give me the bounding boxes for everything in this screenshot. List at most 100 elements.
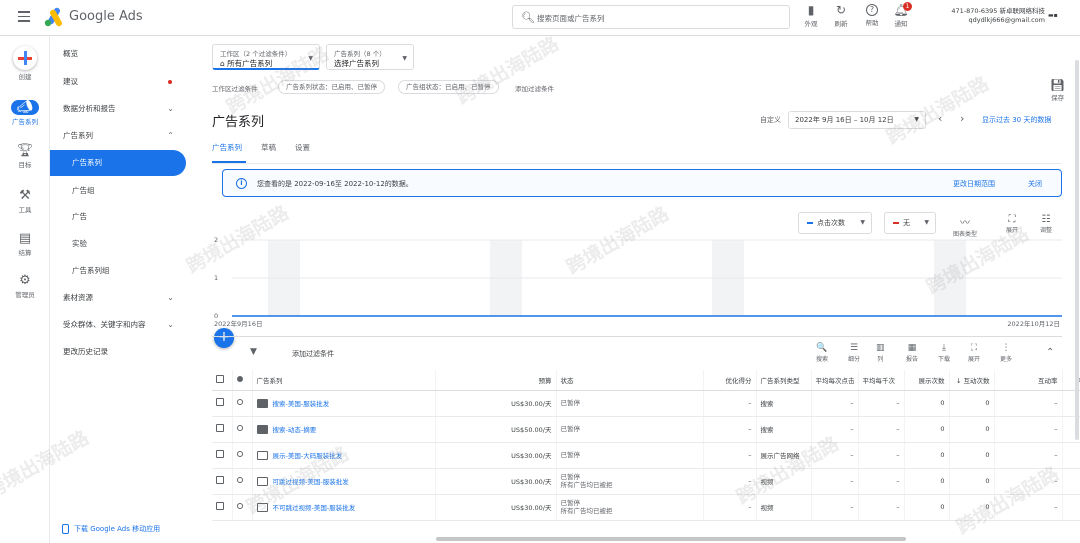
chart-adjust-button[interactable]: ☷ 调整 bbox=[1040, 214, 1052, 234]
row-status-icon[interactable] bbox=[232, 390, 253, 417]
rail-admin[interactable]: ⚙ 管理员 bbox=[0, 273, 50, 299]
row-checkbox[interactable] bbox=[212, 390, 233, 417]
account-avatar[interactable]: ▬▪ bbox=[1048, 12, 1058, 19]
nav-campaigns-group[interactable]: 广告系列 ⌃ bbox=[50, 126, 186, 146]
col-impressions[interactable]: 展示次数 bbox=[904, 370, 950, 391]
y-tick-label: 2 bbox=[214, 236, 218, 244]
workspace-filter[interactable]: 工作区（2 个过滤条件） ⌂ 所有广告系列 ▼ bbox=[212, 44, 320, 70]
row-status-icon[interactable] bbox=[232, 416, 253, 443]
tab-settings[interactable]: 设置 bbox=[295, 142, 310, 153]
horizontal-scrollbar[interactable] bbox=[436, 537, 906, 541]
date-range-picker[interactable]: 2022年 9月 16日 – 10月 12日 ▼ bbox=[788, 111, 926, 129]
tab-campaigns[interactable]: 广告系列 bbox=[212, 142, 242, 153]
tool-search[interactable]: 🔍 搜索 bbox=[816, 343, 828, 363]
campaign-name-link[interactable]: 搜索-美国-服装批发 bbox=[273, 400, 330, 408]
rail-tools[interactable]: ⚒ 工具 bbox=[0, 188, 50, 214]
close-banner-link[interactable]: 关闭 bbox=[1028, 179, 1042, 189]
save-button[interactable]: 💾︎ 保存 bbox=[1050, 78, 1065, 102]
nav-experiments[interactable]: 实验 bbox=[50, 234, 186, 254]
campaign-name-link[interactable]: 搜索-动态-摘要 bbox=[273, 426, 317, 434]
row-status-icon[interactable] bbox=[232, 442, 253, 469]
nav-ads[interactable]: 广告 bbox=[50, 207, 186, 227]
campaign-name-cell[interactable]: 展示-美国-大码服装批发 bbox=[252, 442, 436, 469]
col-budget[interactable]: 预算 bbox=[435, 370, 557, 391]
rail-campaigns[interactable]: 📣︎ 广告系列 bbox=[0, 100, 50, 126]
campaign-name-link[interactable]: 展示-美国-大码服装批发 bbox=[273, 452, 343, 460]
date-next-icon[interactable]: › bbox=[960, 112, 964, 125]
add-filter-button[interactable]: 添加过滤条件 bbox=[292, 349, 334, 359]
row-checkbox[interactable] bbox=[212, 494, 233, 521]
col-optimization[interactable]: 优化得分 bbox=[703, 370, 757, 391]
account-info[interactable]: 471-870-6395 新卓联网络科技 qdydlkj666@gmail.co… bbox=[935, 7, 1045, 25]
campaign-filter[interactable]: 广告系列（8 个） 选择广告系列 ▼ bbox=[326, 44, 414, 70]
budget-cell[interactable]: US$30.00/天 bbox=[435, 390, 557, 417]
row-checkbox[interactable] bbox=[212, 468, 233, 495]
campaign-filter-value: 选择广告系列 bbox=[334, 59, 379, 68]
search-input[interactable]: 🔍︎ 搜索页面或广告系列 bbox=[512, 5, 790, 29]
nav-audiences[interactable]: 受众群体、关键字和内容 ⌄ bbox=[50, 315, 186, 335]
col-avg-cpm[interactable]: 平均每千次 bbox=[858, 370, 905, 391]
tool-more[interactable]: ⋮ 更多 bbox=[1000, 343, 1012, 363]
tool-report[interactable]: ▦ 报告 bbox=[906, 343, 918, 363]
download-app-link[interactable]: 下载 Google Ads 移动应用 bbox=[62, 524, 160, 534]
refresh-button[interactable]: ↻ 刷新 bbox=[826, 3, 856, 28]
select-all-checkbox[interactable] bbox=[212, 370, 233, 391]
row-checkbox[interactable] bbox=[212, 416, 233, 443]
menu-icon[interactable] bbox=[18, 11, 30, 22]
metric2-dropdown[interactable]: 无 ▼ bbox=[884, 212, 936, 234]
nav-campaign-groups[interactable]: 广告系列组 bbox=[50, 261, 186, 281]
appearance-button[interactable]: ▮ 外观 bbox=[796, 3, 826, 28]
nav-assets[interactable]: 素材资源 ⌄ bbox=[50, 288, 186, 308]
nav-campaigns[interactable]: 广告系列 bbox=[50, 150, 186, 176]
notification-badge: 1 bbox=[903, 2, 912, 11]
campaign-name-link[interactable]: 可跳过视频-美国-服装批发 bbox=[273, 478, 349, 486]
collapse-icon[interactable]: ⌃ bbox=[1046, 347, 1054, 358]
help-button[interactable]: ? 帮助 bbox=[857, 3, 887, 27]
nav-recommendations[interactable]: 建议 bbox=[50, 72, 186, 92]
change-date-range-link[interactable]: 更改日期范围 bbox=[953, 179, 995, 189]
col-interactions[interactable]: ↓ 互动次数 bbox=[949, 370, 995, 391]
y-tick-label: 0 bbox=[214, 312, 218, 320]
col-avg-cpc[interactable]: 平均每次点击 bbox=[811, 370, 859, 391]
filter-chip-adgroup-status[interactable]: 广告组状态：已启用、已暂停 bbox=[398, 80, 499, 94]
col-status[interactable]: 状态 bbox=[556, 370, 704, 391]
filter-icon[interactable]: ▼ bbox=[250, 347, 257, 357]
search-campaign-icon bbox=[256, 399, 268, 409]
account-email: qdydlkj666@gmail.com bbox=[968, 16, 1045, 24]
rail-goals[interactable]: 🏆︎ 目标 bbox=[0, 143, 50, 169]
add-workspace-filter[interactable]: 添加过滤条件 bbox=[515, 83, 554, 93]
tool-columns[interactable]: ▥ 列 bbox=[876, 343, 885, 363]
campaign-name-link[interactable]: 不可跳过视频-美国-服装批发 bbox=[273, 504, 356, 512]
campaign-name-cell[interactable]: 搜索-美国-服装批发 bbox=[252, 390, 436, 417]
vertical-scrollbar[interactable] bbox=[1075, 60, 1079, 440]
chart-expand-button[interactable]: ⛶ 展开 bbox=[1006, 214, 1018, 234]
tool-download[interactable]: ⤓ 下载 bbox=[938, 343, 950, 363]
row-checkbox[interactable] bbox=[212, 442, 233, 469]
campaign-name-cell[interactable]: 搜索-动态-摘要 bbox=[252, 416, 436, 443]
col-campaign[interactable]: 广告系列 bbox=[252, 370, 436, 391]
tool-expand[interactable]: ⛶ 展开 bbox=[968, 343, 980, 363]
show-last-30-days-link[interactable]: 显示过去 30 天的数据 bbox=[982, 115, 1051, 125]
campaign-name-cell[interactable]: 不可跳过视频-美国-服装批发 bbox=[252, 494, 436, 521]
budget-cell[interactable]: US$30.00/天 bbox=[435, 468, 557, 495]
col-interaction-rate[interactable]: 互动率 bbox=[994, 370, 1063, 391]
metric1-dropdown[interactable]: 点击次数 ▼ bbox=[798, 212, 872, 234]
nav-overview[interactable]: 概览 bbox=[50, 44, 186, 64]
campaign-name-cell[interactable]: 可跳过视频-美国-服装批发 bbox=[252, 468, 436, 495]
tab-drafts[interactable]: 草稿 bbox=[261, 142, 276, 153]
col-type[interactable]: 广告系列类型 bbox=[756, 370, 812, 391]
budget-cell[interactable]: US$50.00/天 bbox=[435, 416, 557, 443]
filter-chip-campaign-status[interactable]: 广告系列状态：已启用、已暂停 bbox=[278, 80, 385, 94]
date-prev-icon[interactable]: ‹ bbox=[938, 112, 942, 125]
tool-segment[interactable]: ☰ 细分 bbox=[848, 343, 860, 363]
notification-button[interactable]: 🔔︎ 1 通知 bbox=[886, 2, 916, 28]
nav-ad-groups[interactable]: 广告组 bbox=[50, 181, 186, 201]
rail-create[interactable]: 创建 bbox=[0, 46, 50, 81]
budget-cell[interactable]: US$30.00/天 bbox=[435, 494, 557, 521]
nav-insights[interactable]: 数据分析和报告 ⌄ bbox=[50, 99, 186, 119]
row-status-icon[interactable] bbox=[232, 494, 253, 521]
nav-change-history[interactable]: 更改历史记录 bbox=[50, 342, 186, 362]
rail-billing[interactable]: ▤ 结算 bbox=[0, 231, 50, 257]
budget-cell[interactable]: US$30.00/天 bbox=[435, 442, 557, 469]
row-status-icon[interactable] bbox=[232, 468, 253, 495]
